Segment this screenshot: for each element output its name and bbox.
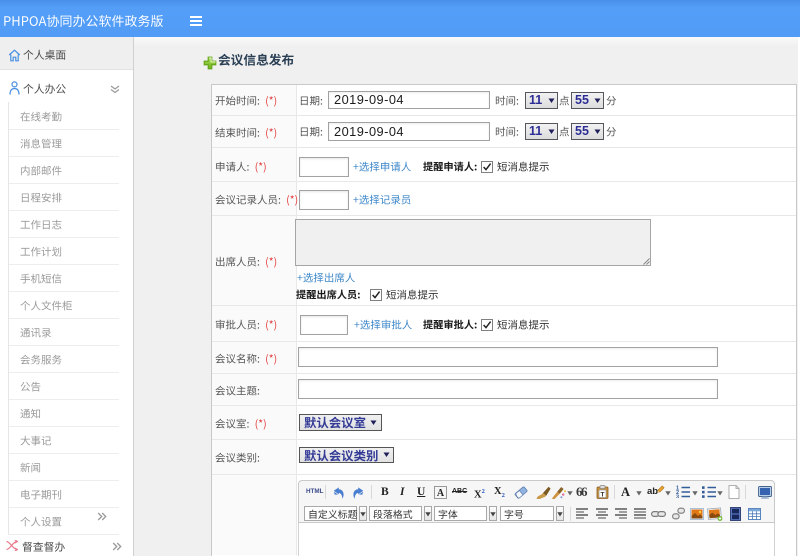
svg-text:T: T — [601, 491, 605, 498]
svg-text:A: A — [437, 488, 445, 499]
svg-text:3: 3 — [676, 495, 679, 499]
